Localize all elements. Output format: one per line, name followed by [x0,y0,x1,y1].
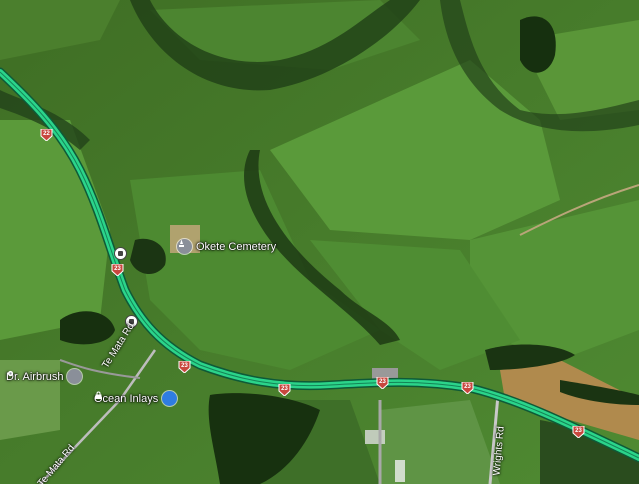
map-pin-icon [7,369,83,384]
cemetery-icon [177,239,192,254]
satellite-imagery [0,0,639,484]
map-canvas[interactable]: 22 23 23 23 23 23 23 Okete Cemetery Dr. … [0,0,639,484]
bus-stop-icon[interactable] [114,247,127,260]
place-marker-okete-cemetery[interactable]: Okete Cemetery [177,239,276,254]
highway-shield: 22 [40,129,53,141]
place-marker-ocean-inlays[interactable]: Ocean Inlays [94,391,178,406]
shopping-bag-icon [95,391,178,406]
highway-shield: 23 [461,382,474,394]
highway-shield: 23 [178,361,191,373]
place-label: Okete Cemetery [196,240,277,253]
place-marker-dr-airbrush[interactable]: Dr. Airbrush [6,369,83,384]
highway-shield: 23 [278,384,291,396]
highway-shield: 23 [572,426,585,438]
highway-shield: 23 [376,377,389,389]
highway-shield: 23 [111,264,124,276]
place-label: Ocean Inlays [94,392,159,405]
